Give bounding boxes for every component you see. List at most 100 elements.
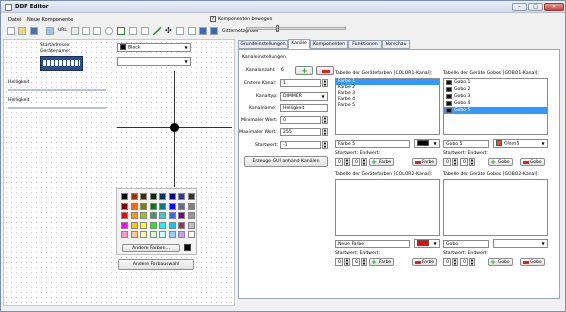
palette-color-cell[interactable] [178,221,185,229]
gobo2-add-button[interactable]: + Gobo [488,258,513,266]
erster-kanal-input[interactable]: 1 [280,79,321,87]
palette-color-cell[interactable] [159,193,166,200]
palette-color-cell[interactable] [159,231,166,238]
color2-start-spinner[interactable]: ▲ ▼ [344,258,350,266]
list-item[interactable]: Gobo 1 [444,79,547,86]
color2-remove-button[interactable]: Farbe [412,258,438,266]
close-button[interactable]: ✕ [544,3,564,11]
palette-color-cell[interactable] [187,212,195,219]
palette-color-cell[interactable] [168,202,176,210]
tab-grundeinstellungen[interactable]: Grundeinstellungen [238,40,288,49]
color-combo[interactable]: Black ▼ [117,43,191,52]
min-value-spinner[interactable]: ▲ ▼ [322,116,328,124]
palette-color-cell[interactable] [168,231,176,238]
palette-color-cell[interactable] [130,202,138,210]
color1-name-input[interactable]: Farbe 5 [335,140,410,148]
palette-color-cell[interactable] [168,212,176,219]
color2-add-button[interactable]: + Farbe [369,258,395,266]
list-item[interactable]: Farbe 5 [336,103,439,109]
grid-size-slider[interactable] [246,27,346,30]
palette-color-cell[interactable] [130,193,138,200]
dip-switch[interactable] [40,56,83,71]
palette-color-cell[interactable] [140,193,147,200]
menu-datei[interactable]: Datei [8,17,21,23]
palette-color-cell[interactable] [187,231,195,238]
gobo2-start-input[interactable]: 0 [443,258,451,266]
color1-start-input[interactable]: 0 [335,158,343,166]
palette-color-cell[interactable] [149,231,157,238]
gobo1-end-input[interactable]: 0 [460,158,468,166]
palette-color-cell[interactable] [140,212,147,219]
textbox-icon[interactable] [82,27,90,35]
maximize-button[interactable]: □ [528,3,543,11]
gobo1-end-spinner[interactable]: ▲ ▼ [469,158,475,166]
hslider-icon[interactable] [188,27,196,35]
radio-icon[interactable] [105,27,113,35]
color2-color-combo[interactable]: ▼ [414,239,440,248]
startwert-spinner[interactable]: ▲ ▼ [322,141,328,149]
andere-farben-button[interactable]: Andere Farben... [122,244,180,252]
save-icon[interactable] [30,27,38,35]
palette-color-cell[interactable] [130,221,138,229]
startwert-input[interactable]: -1 [280,141,321,149]
label-icon[interactable] [71,27,79,35]
palette-color-cell[interactable] [121,231,128,238]
palette-color-cell[interactable] [159,212,166,219]
generate-gui-button[interactable]: Erzeuge GUI anhand Kanälen [244,156,328,167]
palette-color-cell[interactable] [140,231,147,238]
palette-color-cell[interactable] [130,231,138,238]
listbox-icon[interactable] [141,27,149,35]
tab-kanaele[interactable]: Kanäle [288,39,310,49]
color2-end-input[interactable]: 0 [352,258,360,266]
numeric-icon[interactable] [199,27,207,35]
palette-color-cell[interactable] [168,193,176,200]
url-icon[interactable]: URL [58,28,67,33]
gobo1-start-input[interactable]: 0 [443,158,451,166]
min-value-input[interactable]: 0 [280,116,321,124]
helligkeit-slider-1[interactable] [8,89,106,91]
gobo2-end-input[interactable]: 0 [460,258,468,266]
palette-color-cell[interactable] [149,212,157,219]
gobo1-remove-button[interactable]: Gobo [520,158,545,166]
gobo2-remove-button[interactable]: Gobo [520,258,545,266]
andere-farbauswahl-button[interactable]: Andere Farbauswahl [118,259,194,270]
tab-komponenten[interactable]: Komponenten [310,40,348,49]
komponenten-bewegen-checkbox[interactable]: ✓ [210,16,216,22]
helligkeit-slider-2[interactable] [8,107,106,109]
gobo1-image-combo[interactable]: Glass5 ▼ [493,139,548,148]
tab-funktionen[interactable]: Funktionen [348,40,382,49]
line-icon[interactable] [153,27,161,35]
palette-color-cell[interactable] [149,202,157,210]
gobo2-name-input[interactable]: Gobo [443,240,489,248]
palette-color-cell[interactable] [159,221,166,229]
color2-start-input[interactable]: 0 [335,258,343,266]
crosshair-icon[interactable]: ✣ [165,27,172,35]
minimize-button[interactable]: – [512,3,527,11]
palette-color-cell[interactable] [121,221,128,229]
color2-name-input[interactable]: Neue Farbe: [335,240,410,248]
color1-color-combo[interactable]: ▼ [414,139,440,148]
vslider-icon[interactable] [176,27,184,35]
tab-vorschau[interactable]: Vorschau [382,40,410,49]
color1-list[interactable]: Farbe 1 Farbe 2 Farbe 3 Farbe 4 Farbe 5 [335,78,440,135]
gobo1-start-spinner[interactable]: ▲ ▼ [452,158,458,166]
gobo2-list[interactable] [443,179,548,236]
new-icon[interactable] [7,27,15,35]
palette-color-cell[interactable] [140,221,147,229]
menu-neue-komponente[interactable]: Neue Komponente [27,17,73,23]
color1-end-input[interactable]: 0 [352,158,360,166]
list-item[interactable]: Gobo 5 [444,107,547,114]
palette-color-cell[interactable] [149,221,157,229]
gobo2-start-spinner[interactable]: ▲ ▼ [452,258,458,266]
list-item[interactable]: Gobo 4 [444,100,547,107]
color1-end-spinner[interactable]: ▲ ▼ [361,158,367,166]
color1-start-spinner[interactable]: ▲ ▼ [344,158,350,166]
kanaltyp-combo[interactable]: DIMMER ▼ [280,92,328,101]
max-value-input[interactable]: 255 [280,128,321,136]
max-value-spinner[interactable]: ▲ ▼ [322,128,328,136]
gobo2-end-spinner[interactable]: ▲ ▼ [469,258,475,266]
palette-color-cell[interactable] [187,202,195,210]
palette-color-cell[interactable] [168,221,176,229]
color2-end-spinner[interactable]: ▲ ▼ [361,258,367,266]
palette-color-cell[interactable] [178,193,185,200]
